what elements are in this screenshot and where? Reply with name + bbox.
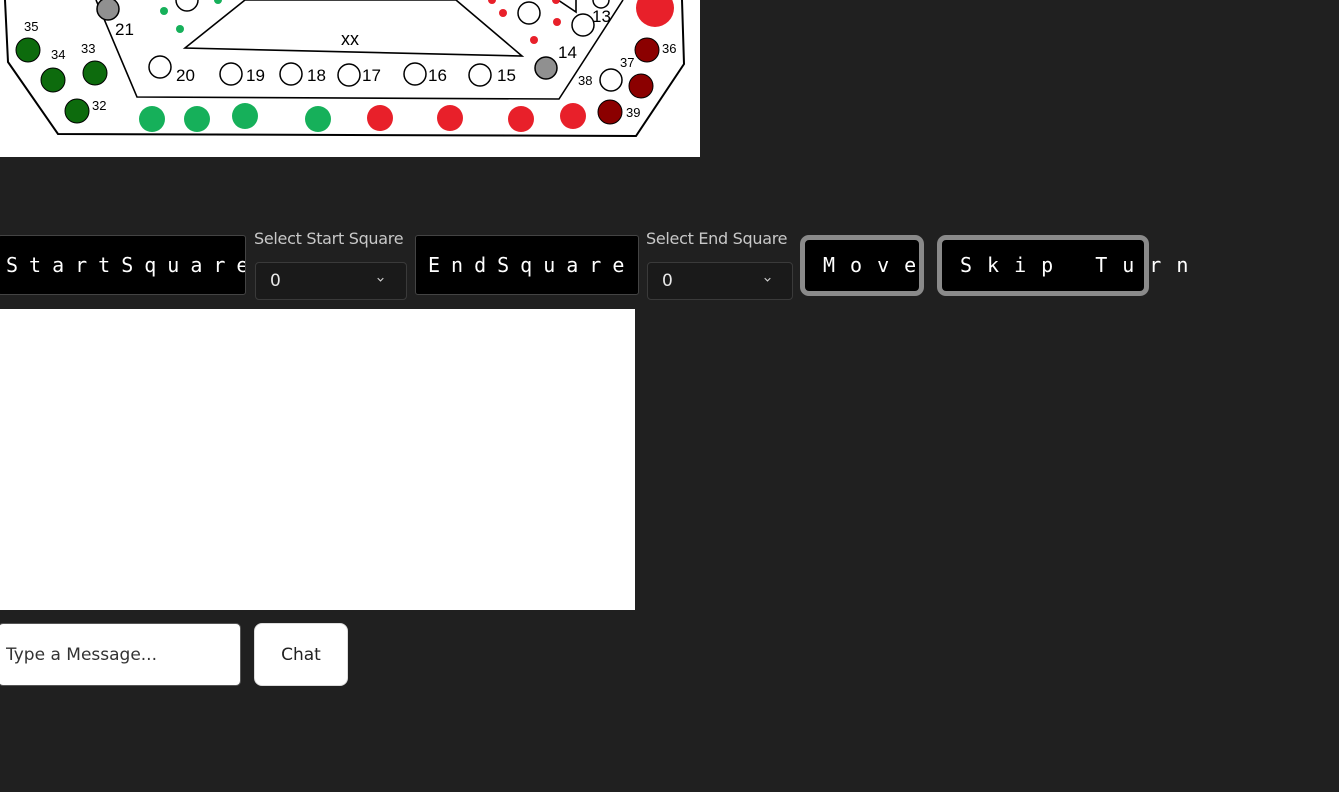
chevron-down-icon <box>764 277 771 282</box>
square-label-19: 19 <box>246 66 265 85</box>
square-label-17: 17 <box>362 66 381 85</box>
dark-red-piece[interactable] <box>628 73 654 99</box>
empty-square[interactable] <box>571 13 595 37</box>
board-canvas[interactable]: xx 13 14 15 16 17 18 19 20 21 35 34 33 3… <box>0 0 700 157</box>
empty-square[interactable] <box>148 55 172 79</box>
red-dot <box>552 0 560 4</box>
move-button[interactable]: Move <box>800 235 924 296</box>
square-label-15: 15 <box>497 66 516 85</box>
skip-turn-button[interactable]: Skip Turn <box>937 235 1188 296</box>
red-piece[interactable] <box>636 0 674 27</box>
square-label-16: 16 <box>428 66 447 85</box>
empty-square[interactable] <box>599 68 623 92</box>
dark-red-piece[interactable] <box>634 37 660 63</box>
gray-piece[interactable] <box>534 56 558 80</box>
corner-label-39: 39 <box>626 105 640 120</box>
corner-label-38: 38 <box>578 73 592 88</box>
green-piece[interactable] <box>184 106 210 132</box>
empty-square[interactable] <box>337 63 361 87</box>
center-label: xx <box>341 29 359 49</box>
empty-square[interactable] <box>403 62 427 86</box>
red-piece[interactable] <box>560 103 586 129</box>
empty-square[interactable] <box>279 62 303 86</box>
green-dot <box>176 25 184 33</box>
dark-green-piece[interactable] <box>40 67 66 93</box>
green-piece[interactable] <box>305 106 331 132</box>
board-arrow-tip <box>557 0 577 14</box>
green-piece[interactable] <box>232 103 258 129</box>
start-square-select-caption: Select Start Square <box>254 229 404 248</box>
gray-piece[interactable] <box>96 0 120 21</box>
chat-send-button[interactable]: Chat <box>254 623 348 686</box>
dark-green-piece[interactable] <box>82 60 108 86</box>
dark-green-piece[interactable] <box>64 98 90 124</box>
corner-label-33: 33 <box>81 41 95 56</box>
square-label-20: 20 <box>176 66 195 85</box>
square-label-18: 18 <box>307 66 326 85</box>
start-square-select-value: 0 <box>270 271 281 291</box>
end-square-select[interactable]: 0 <box>647 262 793 300</box>
corner-label-34: 34 <box>51 47 65 62</box>
red-piece[interactable] <box>367 105 393 131</box>
empty-square[interactable] <box>517 1 541 25</box>
red-piece[interactable] <box>508 106 534 132</box>
corner-label-36: 36 <box>662 41 676 56</box>
square-label-21: 21 <box>115 20 134 39</box>
dark-red-piece[interactable] <box>597 99 623 125</box>
dark-green-piece[interactable] <box>15 37 41 63</box>
corner-label-32: 32 <box>92 98 106 113</box>
end-square-label: EndSquare: <box>415 235 639 295</box>
square-label-14: 14 <box>558 43 577 62</box>
end-square-select-value: 0 <box>662 271 673 291</box>
red-dot <box>499 9 507 17</box>
red-piece[interactable] <box>437 105 463 131</box>
square-label-13: 13 <box>592 7 611 26</box>
start-square-select[interactable]: 0 <box>255 262 407 300</box>
red-dot <box>488 0 496 4</box>
end-square-select-caption: Select End Square <box>646 229 788 248</box>
red-dot <box>530 36 538 44</box>
start-square-label: StartSquare: <box>0 235 246 295</box>
red-dot <box>553 18 561 26</box>
empty-square[interactable] <box>175 0 199 12</box>
green-piece[interactable] <box>139 106 165 132</box>
empty-square[interactable] <box>468 63 492 87</box>
game-board[interactable]: xx 13 14 15 16 17 18 19 20 21 35 34 33 3… <box>0 0 700 157</box>
green-dot <box>214 0 222 4</box>
chat-log[interactable] <box>0 309 635 610</box>
chevron-down-icon <box>377 277 384 282</box>
green-dot <box>160 7 168 15</box>
corner-label-37: 37 <box>620 55 634 70</box>
empty-square[interactable] <box>219 62 243 86</box>
corner-label-35: 35 <box>24 19 38 34</box>
message-input[interactable] <box>0 623 241 686</box>
